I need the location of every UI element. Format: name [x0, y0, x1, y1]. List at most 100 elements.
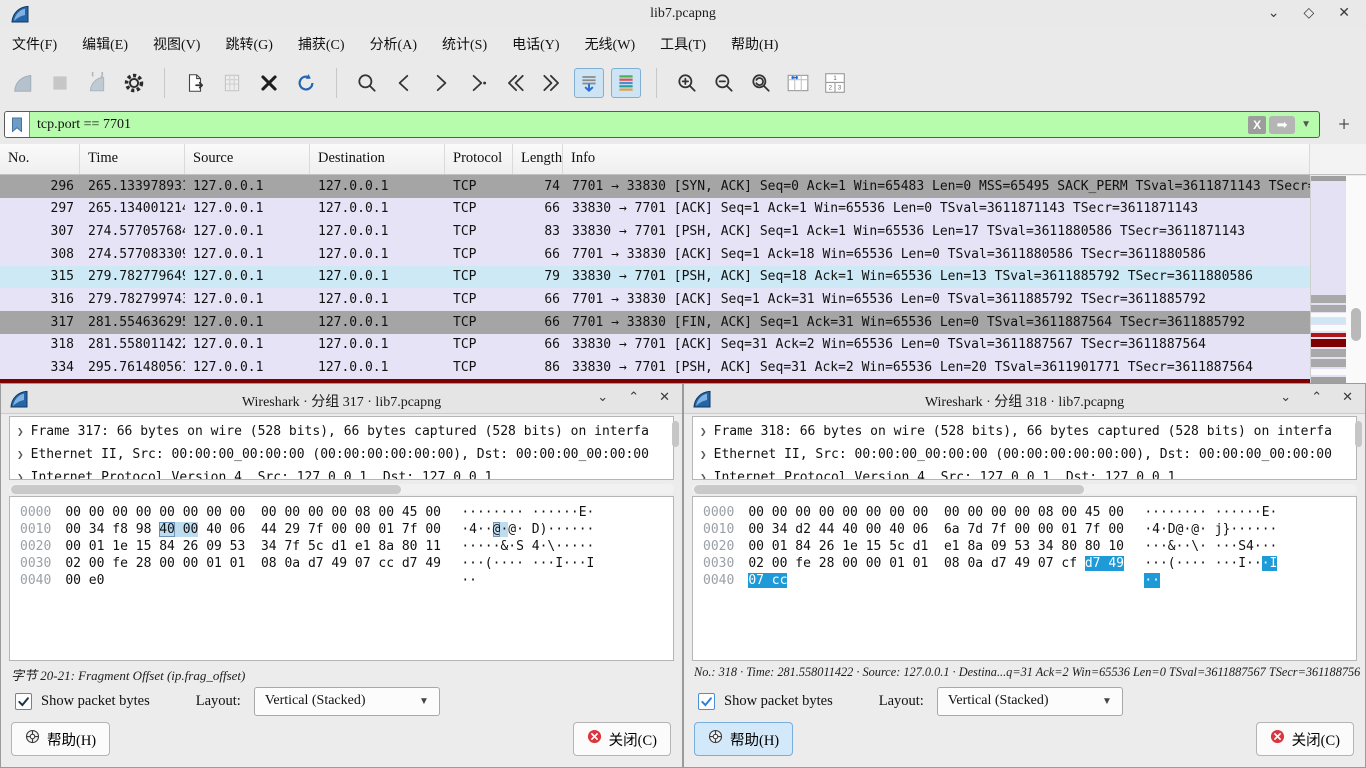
expand-arrow-icon[interactable]: ❯ — [17, 471, 24, 480]
go-to-packet-icon[interactable] — [463, 68, 493, 98]
minimize-icon[interactable]: ⌄ — [597, 389, 608, 405]
packet-bytes-pane[interactable]: 000000 00 00 00 00 00 00 00 00 00 00 00 … — [692, 496, 1357, 661]
menu-item-7[interactable]: 电话(Y) — [512, 34, 559, 54]
hex-row[interactable]: 001000 34 f8 98 40 00 40 06 44 29 7f 00 … — [20, 521, 673, 538]
close-icon[interactable]: ✕ — [659, 389, 670, 405]
column-header-length[interactable]: Length — [513, 144, 563, 174]
menu-item-0[interactable]: 文件(F) — [12, 34, 57, 54]
tree-row[interactable]: ❯Internet Protocol Version 4, Src: 127.0… — [693, 466, 1356, 480]
show-packet-bytes-checkbox[interactable] — [15, 693, 32, 710]
help-button[interactable]: 帮助(H) — [694, 722, 793, 756]
column-header-no[interactable]: No. — [0, 144, 80, 174]
expand-arrow-icon[interactable]: ❯ — [17, 448, 24, 461]
tree-row[interactable]: ❯Frame 318: 66 bytes on wire (528 bits),… — [693, 420, 1356, 443]
menu-item-2[interactable]: 视图(V) — [153, 34, 200, 54]
packet-row[interactable]: 307274.577057684127.0.0.1127.0.0.1TCP833… — [0, 220, 1310, 243]
packet-row[interactable]: 334295.761480561127.0.0.1127.0.0.1TCP863… — [0, 356, 1310, 379]
packet-list-scrollbar[interactable] — [1346, 176, 1366, 383]
expand-arrow-icon[interactable]: ❯ — [700, 425, 707, 438]
packet-row[interactable]: 315279.782779649127.0.0.1127.0.0.1TCP793… — [0, 266, 1310, 289]
packet-row[interactable]: 296265.133978931127.0.0.1127.0.0.1TCP747… — [0, 175, 1310, 198]
menu-item-9[interactable]: 工具(T) — [660, 34, 706, 54]
column-header-source[interactable]: Source — [185, 144, 310, 174]
tree-horizontal-scrollbar[interactable] — [692, 484, 1357, 494]
display-filter-input[interactable] — [30, 117, 1248, 133]
colorize-icon[interactable] — [611, 68, 641, 98]
close-file-icon[interactable] — [254, 68, 284, 98]
resize-columns-icon[interactable] — [783, 68, 813, 98]
menu-item-1[interactable]: 编辑(E) — [82, 34, 128, 54]
menu-item-8[interactable]: 无线(W) — [585, 34, 636, 54]
auto-scroll-icon[interactable] — [574, 68, 604, 98]
scrollbar-thumb[interactable] — [694, 485, 1084, 494]
tree-row[interactable]: ❯Internet Protocol Version 4, Src: 127.0… — [10, 466, 673, 480]
tree-scrollbar-thumb[interactable] — [1355, 421, 1362, 447]
packet-row[interactable]: 308274.577083309127.0.0.1127.0.0.1TCP667… — [0, 243, 1310, 266]
packet-row[interactable]: 297265.134001214127.0.0.1127.0.0.1TCP663… — [0, 198, 1310, 221]
filter-bookmark-icon[interactable] — [5, 112, 30, 137]
hex-row[interactable]: 004007 cc·· — [703, 572, 1356, 589]
tree-scrollbar-thumb[interactable] — [672, 421, 679, 447]
reload-icon[interactable] — [291, 68, 321, 98]
go-last-icon[interactable] — [537, 68, 567, 98]
hex-row[interactable]: 000000 00 00 00 00 00 00 00 00 00 00 00 … — [703, 504, 1356, 521]
show-packet-bytes-checkbox[interactable] — [698, 693, 715, 710]
close-icon[interactable]: ✕ — [1342, 389, 1353, 405]
packet-row[interactable]: 318281.558011422127.0.0.1127.0.0.1TCP663… — [0, 334, 1310, 357]
expand-arrow-icon[interactable]: ❯ — [700, 471, 707, 480]
tree-horizontal-scrollbar[interactable] — [9, 484, 674, 494]
start-capture-icon[interactable] — [8, 68, 38, 98]
filter-clear-icon[interactable]: X — [1248, 116, 1266, 134]
layout-select[interactable]: Vertical (Stacked)▼ — [937, 687, 1123, 716]
menu-item-4[interactable]: 捕获(C) — [298, 34, 345, 54]
tree-row[interactable]: ❯Ethernet II, Src: 00:00:00_00:00:00 (00… — [10, 443, 673, 466]
close-icon[interactable]: ✕ — [1338, 4, 1350, 24]
maximize-icon[interactable]: ⌃ — [1311, 389, 1322, 405]
hex-row[interactable]: 002000 01 1e 15 84 26 09 53 34 7f 5c d1 … — [20, 538, 673, 555]
expand-arrow-icon[interactable]: ❯ — [700, 448, 707, 461]
packet-bytes-pane[interactable]: 000000 00 00 00 00 00 00 00 00 00 00 00 … — [9, 496, 674, 661]
column-header-info[interactable]: Info — [563, 144, 1310, 174]
open-file-icon[interactable] — [180, 68, 210, 98]
save-file-icon[interactable] — [217, 68, 247, 98]
menu-item-3[interactable]: 跳转(G) — [225, 34, 272, 54]
capture-options-icon[interactable] — [119, 68, 149, 98]
scrollbar-thumb[interactable] — [11, 485, 401, 494]
menu-item-5[interactable]: 分析(A) — [370, 34, 417, 54]
maximize-icon[interactable]: ⌃ — [628, 389, 639, 405]
expand-arrow-icon[interactable]: ❯ — [17, 425, 24, 438]
hex-row[interactable]: 003002 00 fe 28 00 00 01 01 08 0a d7 49 … — [20, 555, 673, 572]
hex-row[interactable]: 004000 e0·· — [20, 572, 673, 589]
column-header-time[interactable]: Time — [80, 144, 185, 174]
hex-row[interactable]: 002000 01 84 26 1e 15 5c d1 e1 8a 09 53 … — [703, 538, 1356, 555]
filter-add-button[interactable]: + — [1338, 112, 1350, 136]
help-button[interactable]: 帮助(H) — [11, 722, 110, 756]
column-header-destination[interactable]: Destination — [310, 144, 445, 174]
tree-row[interactable]: ❯Frame 317: 66 bytes on wire (528 bits),… — [10, 420, 673, 443]
tree-row[interactable]: ❯Ethernet II, Src: 00:00:00_00:00:00 (00… — [693, 443, 1356, 466]
minimize-icon[interactable]: ⌄ — [1280, 389, 1291, 405]
go-first-icon[interactable] — [500, 68, 530, 98]
layout-chooser-icon[interactable]: 123 — [820, 68, 850, 98]
packet-row[interactable]: 316279.782799743127.0.0.1127.0.0.1TCP667… — [0, 288, 1310, 311]
restart-capture-icon[interactable] — [82, 68, 112, 98]
intelligent-scrollbar-minimap[interactable] — [1310, 176, 1346, 383]
column-header-protocol[interactable]: Protocol — [445, 144, 513, 174]
zoom-reset-icon[interactable] — [746, 68, 776, 98]
layout-select[interactable]: Vertical (Stacked)▼ — [254, 687, 440, 716]
menu-item-10[interactable]: 帮助(H) — [731, 34, 778, 54]
close-button[interactable]: 关闭(C) — [1256, 722, 1354, 756]
filter-apply-icon[interactable]: ➡ — [1269, 116, 1295, 134]
filter-dropdown-icon[interactable]: ▼ — [1301, 119, 1311, 130]
hex-row[interactable]: 003002 00 fe 28 00 00 01 01 08 0a d7 49 … — [703, 555, 1356, 572]
minimize-icon[interactable]: ⌄ — [1268, 4, 1280, 24]
display-filter-field[interactable]: X ➡ ▼ — [4, 111, 1320, 138]
hex-row[interactable]: 000000 00 00 00 00 00 00 00 00 00 00 00 … — [20, 504, 673, 521]
scrollbar-thumb[interactable] — [1351, 308, 1361, 341]
packet-row[interactable]: 317281.554636295127.0.0.1127.0.0.1TCP667… — [0, 311, 1310, 334]
zoom-out-icon[interactable] — [709, 68, 739, 98]
close-button[interactable]: 关闭(C) — [573, 722, 671, 756]
find-packet-icon[interactable] — [352, 68, 382, 98]
go-back-icon[interactable] — [389, 68, 419, 98]
maximize-icon[interactable]: ◇ — [1303, 4, 1314, 24]
